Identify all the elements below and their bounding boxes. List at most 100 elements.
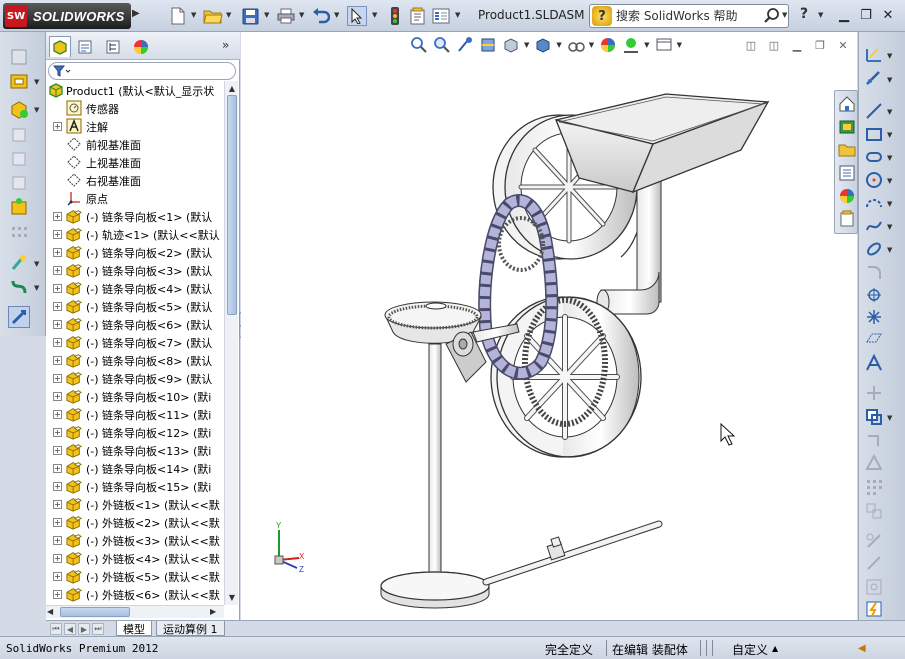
sketch-dropdown[interactable]: ▼ (887, 52, 892, 60)
tree-item[interactable]: 上视基准面 (46, 153, 224, 171)
tree-item[interactable]: + (-) 链条导向板<13> (默i (46, 441, 224, 459)
arc-icon[interactable] (863, 192, 885, 214)
arc-dropdown[interactable]: ▼ (887, 200, 892, 208)
appearances-icon[interactable] (836, 185, 857, 206)
linear-pattern-icon[interactable] (863, 476, 885, 498)
tree-item[interactable]: + (-) 链条导向板<12> (默i (46, 423, 224, 441)
new-motion-study-icon[interactable] (8, 222, 30, 244)
file-properties-icon[interactable] (408, 6, 428, 26)
point-icon[interactable] (863, 284, 885, 306)
tree-expand-icon[interactable]: + (53, 230, 62, 239)
tree-item[interactable]: + (-) 链条导向板<15> (默i (46, 477, 224, 495)
close-icon[interactable]: ✕ (880, 7, 896, 23)
tree-item[interactable]: Product1 (默认<默认_显示状 (46, 81, 224, 99)
tree-item[interactable]: + (-) 外链板<2> (默认<<默 (46, 513, 224, 531)
tree-item[interactable]: 传感器 (46, 99, 224, 117)
options-icon[interactable] (431, 6, 451, 26)
traffic-light-icon[interactable] (385, 6, 405, 26)
tree-expand-icon[interactable]: + (53, 356, 62, 365)
design-library-icon[interactable] (836, 116, 857, 137)
new-document-icon[interactable] (168, 6, 188, 26)
line-dropdown[interactable]: ▼ (887, 108, 892, 116)
rectangle-dropdown[interactable]: ▼ (887, 131, 892, 139)
text-icon[interactable] (863, 352, 885, 374)
reference-geometry-icon[interactable] (8, 196, 30, 218)
dimension-dropdown[interactable]: ▼ (887, 76, 892, 84)
add-relation-icon[interactable] (863, 552, 885, 574)
move-entities-icon[interactable] (863, 500, 885, 522)
insert-component-icon[interactable] (8, 46, 30, 68)
mirror-icon[interactable] (863, 452, 885, 474)
tab-motion-study-1[interactable]: 运动算例 1 (156, 621, 225, 636)
tree-item[interactable]: + (-) 链条导向板<14> (默i (46, 459, 224, 477)
display-manager-tab[interactable] (130, 36, 152, 57)
select-dropdown-icon[interactable]: ▼ (372, 11, 377, 19)
move-component-icon[interactable] (8, 124, 30, 146)
quick-snaps-icon[interactable] (863, 576, 885, 598)
tree-expand-icon[interactable]: + (53, 320, 62, 329)
tree-expand-icon[interactable]: + (53, 428, 62, 437)
tree-expand-icon[interactable]: + (53, 464, 62, 473)
tree-expand-icon[interactable]: + (53, 590, 62, 599)
tree-expand-icon[interactable]: + (53, 302, 62, 311)
select-arrow-icon[interactable] (347, 6, 367, 26)
last-tab-icon[interactable]: ⏭ (92, 623, 104, 635)
circle-icon[interactable] (863, 169, 885, 191)
tree-item[interactable]: + (-) 外链板<4> (默认<<默 (46, 549, 224, 567)
tree-expand-icon[interactable]: + (53, 554, 62, 563)
tree-item[interactable]: 前视基准面 (46, 135, 224, 153)
save-icon[interactable] (240, 6, 260, 26)
tree-item[interactable]: + (-) 链条导向板<5> (默认 (46, 297, 224, 315)
slot-dropdown[interactable]: ▼ (887, 154, 892, 162)
tree-expand-icon[interactable]: + (53, 248, 62, 257)
tree-expand-icon[interactable]: + (53, 500, 62, 509)
tree-expand-icon[interactable]: + (53, 572, 62, 581)
scroll-down-icon[interactable]: ▼ (226, 591, 238, 603)
spline-dropdown[interactable]: ▼ (887, 246, 892, 254)
tree-expand-icon[interactable]: + (53, 338, 62, 347)
polygon-icon[interactable] (863, 215, 885, 237)
view-palette-icon[interactable] (836, 162, 857, 183)
minimize-icon[interactable]: ▁ (836, 7, 852, 23)
mate-dropdown-icon[interactable]: ▼ (34, 78, 39, 86)
h-scroll-thumb[interactable] (60, 607, 130, 617)
tree-filter[interactable] (48, 62, 236, 80)
trim-icon[interactable] (863, 382, 885, 404)
options-dropdown-icon[interactable]: ▼ (455, 11, 460, 19)
smart-dimension-icon[interactable] (863, 68, 885, 90)
polygon-dropdown[interactable]: ▼ (887, 223, 892, 231)
plane-icon[interactable] (863, 328, 885, 350)
tree-item[interactable]: + (-) 链条导向板<10> (默i (46, 387, 224, 405)
scroll-right-icon[interactable]: ▶ (210, 607, 216, 616)
search-box[interactable]: ? (589, 4, 789, 28)
sketch-icon[interactable] (863, 44, 885, 66)
tree-item[interactable]: 原点 (46, 189, 224, 207)
save-dropdown-icon[interactable]: ▼ (264, 11, 269, 19)
component-pattern-icon[interactable] (8, 98, 30, 120)
tree-item[interactable]: + (-) 外链板<3> (默认<<默 (46, 531, 224, 549)
slot-icon[interactable] (863, 146, 885, 168)
tree-item[interactable]: + (-) 链条导向板<8> (默认 (46, 351, 224, 369)
bom-dropdown-icon[interactable]: ▼ (34, 260, 39, 268)
tree-item[interactable]: + (-) 轨迹<1> (默认<<默认 (46, 225, 224, 243)
circle-dropdown[interactable]: ▼ (887, 177, 892, 185)
line-icon[interactable] (863, 100, 885, 122)
tree-item[interactable]: + (-) 链条导向板<4> (默认 (46, 279, 224, 297)
rapid-sketch-icon[interactable] (863, 598, 885, 620)
tree-expand-icon[interactable]: + (53, 374, 62, 383)
prev-tab-icon[interactable]: ◀ (64, 623, 76, 635)
exploded-view-icon[interactable] (8, 276, 30, 298)
tree-item[interactable]: + (-) 链条导向板<9> (默认 (46, 369, 224, 387)
offset-icon[interactable] (863, 430, 885, 452)
convert-entities-icon[interactable] (863, 406, 885, 428)
tree-item[interactable]: + (-) 外链板<5> (默认<<默 (46, 567, 224, 585)
tree-item[interactable]: 右视基准面 (46, 171, 224, 189)
tree-expand-icon[interactable]: + (53, 266, 62, 275)
help-button[interactable]: ? (800, 6, 808, 22)
spline-icon[interactable] (863, 238, 885, 260)
crank-rod[interactable] (482, 520, 663, 586)
configuration-manager-tab[interactable] (102, 36, 124, 57)
menu-expand-icon[interactable]: ▶ (132, 8, 140, 19)
file-explorer-icon[interactable] (836, 139, 857, 160)
tree-item[interactable]: + 注解 (46, 117, 224, 135)
